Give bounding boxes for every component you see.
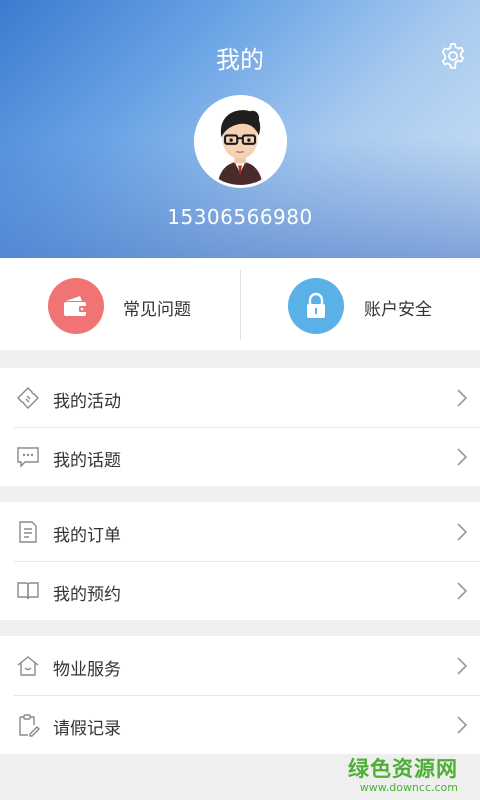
menu-item-my-activities[interactable]: 我的活动 (0, 368, 480, 427)
house-icon (17, 656, 39, 676)
wallet-icon (48, 278, 104, 334)
account-security-button[interactable]: 账户安全 (240, 258, 480, 350)
account-security-label: 账户安全 (364, 300, 432, 320)
menu-label: 我的话题 (53, 451, 121, 471)
lock-icon (288, 278, 344, 334)
menu-item-my-orders[interactable]: 我的订单 (0, 502, 480, 561)
chevron-right-icon (457, 716, 468, 734)
watermark-url: www.downcc.com (359, 781, 458, 794)
menu-label: 我的预约 (53, 585, 121, 605)
menu-label: 物业服务 (53, 660, 121, 680)
chevron-right-icon (457, 582, 468, 600)
avatar[interactable] (194, 95, 287, 188)
gear-icon[interactable] (439, 42, 467, 70)
menu-item-my-topics[interactable]: 我的话题 (0, 427, 480, 486)
chevron-right-icon (457, 389, 468, 407)
book-icon (17, 582, 39, 600)
menu-item-leave-records[interactable]: 请假记录 (0, 695, 480, 754)
ticket-icon (17, 387, 39, 409)
menu-group-services: 物业服务 请假记录 (0, 636, 480, 754)
profile-header: 我的 15306566980 (0, 0, 480, 258)
menu-item-property-services[interactable]: 物业服务 (0, 636, 480, 695)
watermark: 绿色资源网 www.downcc.com (348, 753, 458, 794)
menu-label: 请假记录 (53, 719, 121, 739)
menu-item-my-reservations[interactable]: 我的预约 (0, 561, 480, 620)
chevron-right-icon (457, 657, 468, 675)
menu-group-activities: 我的活动 我的话题 (0, 368, 480, 486)
document-icon (19, 521, 37, 543)
menu-label: 我的活动 (53, 392, 121, 412)
chat-bubble-icon (17, 447, 39, 468)
chevron-right-icon (457, 448, 468, 466)
faq-button[interactable]: 常见问题 (0, 258, 240, 350)
menu-label: 我的订单 (53, 526, 121, 546)
phone-number: 15306566980 (167, 205, 313, 229)
watermark-main: 绿色资源网 (348, 757, 458, 781)
clipboard-pen-icon (19, 714, 40, 737)
quick-actions: 常见问题 账户安全 (0, 258, 480, 350)
faq-label: 常见问题 (123, 300, 191, 320)
menu-group-orders: 我的订单 我的预约 (0, 502, 480, 620)
page-title: 我的 (216, 46, 264, 74)
avatar-illustration (197, 98, 284, 185)
chevron-right-icon (457, 523, 468, 541)
